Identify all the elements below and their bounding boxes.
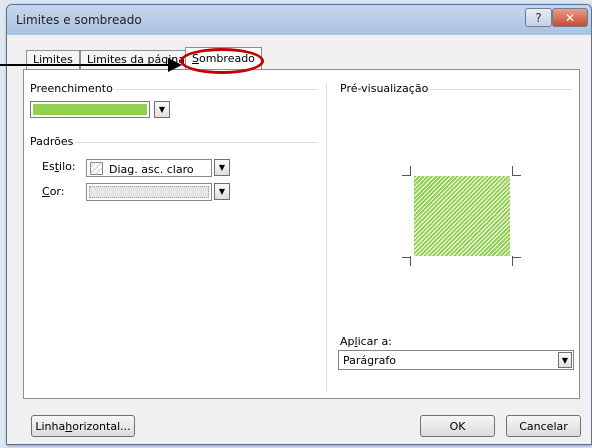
style-label: Estilo: — [42, 160, 76, 173]
cancel-button[interactable]: Cancelar — [506, 415, 581, 437]
preview-corner-mark — [402, 257, 411, 258]
apply-to-value: Parágrafo — [343, 354, 396, 367]
help-icon: ? — [535, 10, 542, 25]
fill-color-dropdown-button[interactable]: ▼ — [154, 101, 170, 118]
preview-corner-mark — [512, 257, 521, 258]
label-part: Es — [42, 160, 55, 173]
pane-separator — [326, 84, 327, 392]
close-icon: ✕ — [564, 10, 576, 25]
chevron-down-icon: ▼ — [218, 187, 226, 196]
preview-group-label: Pré-visualização — [340, 82, 433, 95]
preview-corner-mark — [512, 175, 521, 176]
apply-to-label: Aplicar a: — [340, 335, 392, 348]
annotation-arrow-line — [0, 64, 172, 66]
chevron-down-icon: ▼ — [218, 163, 226, 172]
style-dropdown-button[interactable]: ▼ — [214, 159, 230, 176]
ok-label: OK — [449, 419, 466, 433]
label-part: ilo: — [59, 160, 76, 173]
chevron-down-icon: ▼ — [158, 105, 166, 114]
fill-group-divider — [114, 89, 318, 90]
button-label-part: orizontal... — [72, 419, 131, 433]
tab-borders[interactable]: Limites — [26, 50, 80, 69]
chevron-down-icon: ▼ — [561, 355, 569, 365]
help-button[interactable]: ? — [525, 8, 552, 27]
fill-color-picker[interactable] — [30, 101, 150, 118]
title-bar: Limites e sombreado ? ✕ — [7, 5, 591, 35]
patterns-group-divider — [76, 142, 318, 143]
fill-group-label: Preenchimento — [30, 82, 117, 95]
label-part: icar a: — [357, 335, 392, 348]
button-label-accesskey: h — [65, 419, 73, 433]
dialog-title: Limites e sombreado — [16, 13, 142, 27]
button-label-part: Linha — [35, 419, 66, 433]
style-select[interactable]: Diag. asc. claro — [86, 159, 212, 177]
pattern-color-swatch — [89, 186, 209, 198]
label-part: Ap — [340, 335, 355, 348]
label-part: or: — [49, 185, 65, 198]
preview-corner-mark — [402, 175, 411, 176]
diagonal-pattern-icon — [90, 162, 103, 175]
style-select-value: Diag. asc. claro — [109, 163, 194, 176]
apply-to-dropdown-button[interactable]: ▼ — [558, 352, 572, 368]
ok-button[interactable]: OK — [420, 415, 495, 437]
preview-group-divider — [428, 89, 572, 90]
annotation-highlight-oval — [180, 48, 264, 74]
pattern-color-select[interactable] — [86, 183, 212, 201]
shading-preview — [414, 176, 510, 256]
close-button[interactable]: ✕ — [552, 8, 588, 27]
apply-to-select[interactable]: Parágrafo — [338, 350, 574, 370]
color-label: Cor: — [42, 185, 64, 198]
horizontal-line-button[interactable]: Linha h orizontal... — [31, 415, 135, 437]
fill-color-swatch — [33, 104, 147, 115]
patterns-group-label: Padrões — [30, 135, 78, 148]
label-accesskey: C — [42, 185, 50, 198]
cancel-label: Cancelar — [519, 419, 568, 433]
pattern-color-dropdown-button[interactable]: ▼ — [214, 183, 230, 200]
